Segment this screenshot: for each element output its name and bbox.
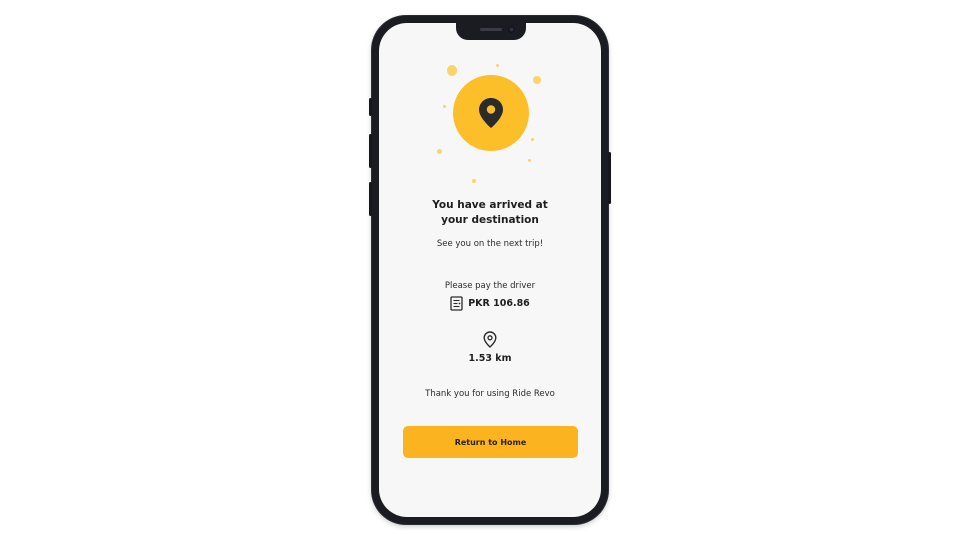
decor-dot	[496, 64, 499, 67]
speaker-grille	[480, 28, 502, 31]
decor-dot	[443, 105, 446, 108]
arrival-title-line2: your destination	[441, 214, 539, 226]
decor-dot	[528, 159, 531, 162]
receipt-icon	[450, 296, 463, 311]
return-home-button[interactable]: Return to Home	[403, 426, 578, 458]
decor-dot	[437, 149, 442, 154]
payment-label: Please pay the driver	[444, 281, 536, 291]
decor-dot	[531, 138, 534, 141]
decor-dot	[447, 65, 457, 76]
power-button	[608, 152, 611, 204]
phone-frame: You have arrived at your destination See…	[369, 16, 611, 524]
payment-amount: PKR 106.86	[468, 298, 530, 309]
volume-up-button	[369, 134, 372, 168]
mute-switch	[369, 98, 372, 116]
decor-dot	[472, 179, 476, 183]
arrival-illustration	[379, 53, 601, 183]
trip-distance: 1.53 km	[468, 353, 512, 364]
arrival-title: You have arrived at your destination	[379, 198, 601, 228]
stage: You have arrived at your destination See…	[0, 0, 960, 540]
decor-dot	[533, 76, 541, 84]
arrival-subtitle: See you on the next trip!	[436, 239, 544, 249]
arrival-title-line1: You have arrived at	[432, 199, 548, 211]
volume-down-button	[369, 182, 372, 216]
phone-screen: You have arrived at your destination See…	[379, 23, 601, 517]
notch	[456, 23, 526, 40]
location-pin-icon	[483, 331, 497, 348]
location-pin-icon	[479, 98, 503, 128]
thank-you-text: Thank you for using Ride Revo	[425, 389, 555, 399]
payment-amount-row: PKR 106.86	[379, 296, 601, 311]
front-camera	[508, 26, 515, 33]
